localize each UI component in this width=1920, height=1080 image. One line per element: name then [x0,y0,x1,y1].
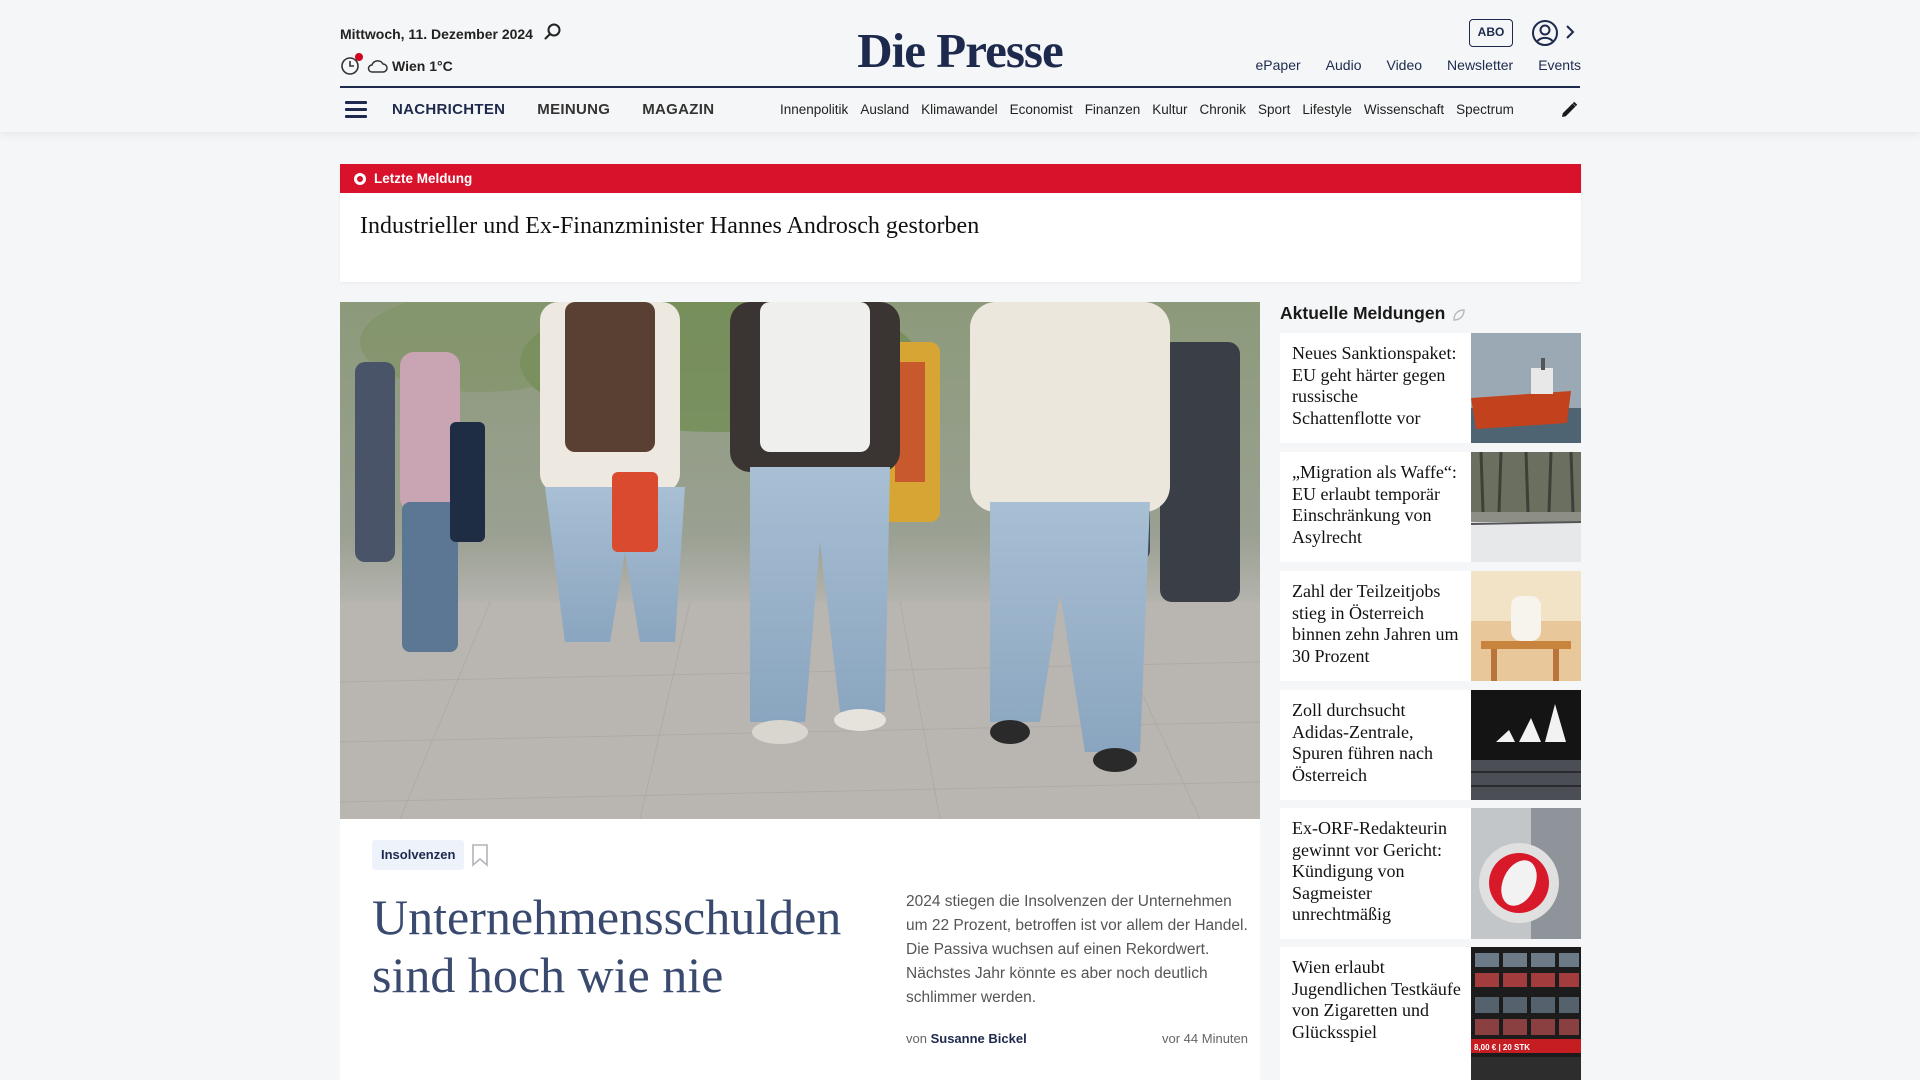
author-link[interactable]: Susanne Bickel [931,1031,1027,1046]
thumb-caption: 8,00 € | 20 STK [1474,1043,1530,1052]
top-link-epaper[interactable]: ePaper [1256,57,1301,73]
news-thumbnail[interactable] [1471,808,1581,939]
byline: von Susanne Bickel [906,1031,1027,1046]
sidebar-heading: Aktuelle Meldungen [1280,303,1467,324]
abo-button[interactable]: ABO [1469,19,1513,47]
breaking-news-headline[interactable]: Industrieller und Ex-Finanzminister Hann… [340,193,1581,240]
lead-article-photo[interactable] [340,302,1260,819]
sidebar-news-item[interactable]: Neues Sanktionspa­ket: EU geht härter ge… [1280,333,1581,443]
nav-finanzen[interactable]: Finanzen [1085,102,1141,117]
site-header: Mittwoch, 11. Dezember 2024 Wien 1°C Die… [0,0,1920,132]
article-tag[interactable]: Insolvenzen [372,840,465,870]
sidebar-news-title[interactable]: Zahl der Teilzeitjobs stieg in Österreic… [1280,571,1471,681]
nav-spectrum[interactable]: Spectrum [1456,102,1514,117]
site-logo[interactable]: Die Presse [0,22,1920,79]
sidebar-news-title[interactable]: Ex-ORF-Redakteurin gewinnt vor Gericht: … [1280,808,1471,939]
top-link-audio[interactable]: Audio [1326,57,1362,73]
chevron-right-icon[interactable] [1564,23,1576,41]
breaking-news-bar: Letzte Meldung [340,164,1581,193]
leaf-icon [1453,309,1465,321]
main-navigation: NACHRICHTEN MEINUNG MAGAZIN Innenpolitik… [340,86,1581,132]
sidebar-news-item[interactable]: Ex-ORF-Redakteurin gewinnt vor Gericht: … [1280,808,1581,939]
main-sections: NACHRICHTEN MEINUNG MAGAZIN [392,101,746,118]
bookmark-icon[interactable] [471,843,489,867]
sidebar-heading-label: Aktuelle Meldungen [1280,303,1446,323]
sidebar-news-title[interactable]: Zoll durchsucht Adidas-Zentrale, Spuren … [1280,690,1471,800]
nav-innenpolitik[interactable]: Innenpolitik [780,102,848,117]
news-thumbnail[interactable]: 8,00 € | 20 STK [1471,947,1581,1080]
pencil-icon[interactable] [1559,100,1579,120]
nav-ausland[interactable]: Ausland [860,102,909,117]
nav-kultur[interactable]: Kultur [1152,102,1187,117]
lead-teaser: 2024 stiegen die Insolvenzen der Unterne… [906,893,1248,1006]
top-links: ePaper Audio Video Newsletter Events [1231,57,1581,73]
sidebar-news-item[interactable]: Zahl der Teilzeitjobs stieg in Österreic… [1280,571,1581,681]
sidebar-news-item[interactable]: Wien erlaubt Jugendlichen Testkäufe von … [1280,947,1581,1080]
nav-lifestyle[interactable]: Lifestyle [1302,102,1352,117]
news-thumbnail[interactable] [1471,333,1581,443]
nav-wissenschaft[interactable]: Wissenschaft [1364,102,1444,117]
sidebar-news-title[interactable]: „Migration als Waffe“: EU erlaubt tempor… [1280,452,1471,562]
user-account-icon[interactable] [1531,19,1559,47]
nav-sport[interactable]: Sport [1258,102,1290,117]
nav-klimawandel[interactable]: Klimawandel [921,102,998,117]
sub-sections: Innenpolitik Ausland Klimawandel Economi… [780,102,1540,117]
breaking-news-box[interactable]: Letzte Meldung Industrieller und Ex-Fina… [340,164,1581,282]
nav-economist[interactable]: Economist [1010,102,1073,117]
sidebar-news-item[interactable]: „Migration als Waffe“: EU erlaubt tempor… [1280,452,1581,562]
nav-chronik[interactable]: Chronik [1200,102,1247,117]
top-link-events[interactable]: Events [1538,57,1581,73]
sidebar-news-item[interactable]: Zoll durchsucht Adidas-Zentrale, Spuren … [1280,690,1581,800]
nav-nachrichten[interactable]: NACHRICHTEN [392,101,505,118]
news-thumbnail[interactable] [1471,571,1581,681]
subnav-fade [1510,92,1546,126]
news-thumbnail[interactable] [1471,690,1581,800]
news-thumbnail[interactable] [1471,452,1581,562]
top-link-video[interactable]: Video [1386,57,1422,73]
nav-meinung[interactable]: MEINUNG [537,101,610,118]
sidebar-news-title[interactable]: Neues Sanktionspa­ket: EU geht härter ge… [1280,333,1471,443]
byline-prefix: von [906,1031,927,1046]
menu-icon[interactable] [345,101,367,119]
nav-magazin[interactable]: MAGAZIN [642,101,714,118]
top-link-newsletter[interactable]: Newsletter [1447,57,1513,73]
lead-article: Insolvenzen Unternehmensschulden sind ho… [340,302,1260,1080]
publish-time: vor 44 Minuten [1162,1031,1248,1046]
lead-headline[interactable]: Unternehmensschulden sind hoch wie nie [372,888,892,1004]
live-dot-icon [354,172,366,185]
breaking-news-label: Letzte Meldung [374,171,473,186]
sidebar-news-title[interactable]: Wien erlaubt Jugendlichen Testkäufe von … [1280,947,1471,1080]
